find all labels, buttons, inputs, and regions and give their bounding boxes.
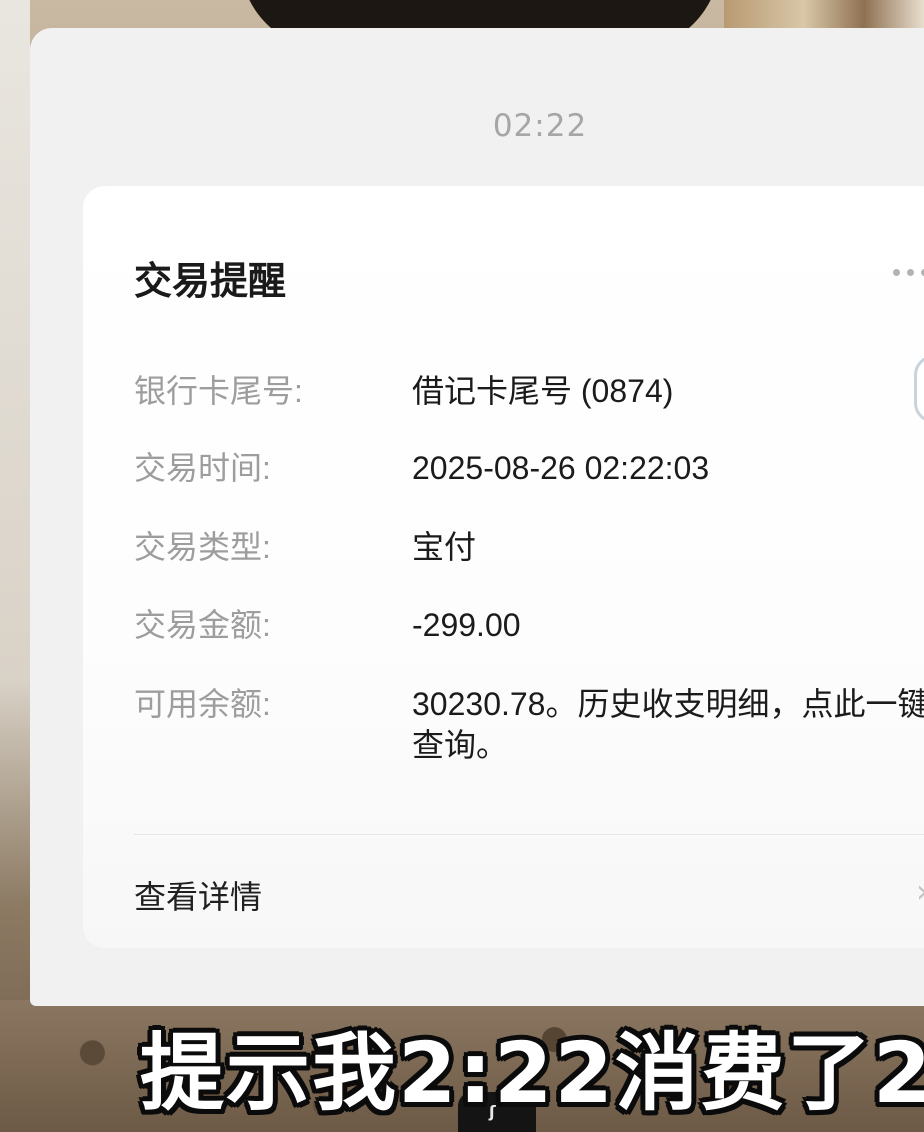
- video-caption: 提示我2:22消费了29: [140, 1024, 924, 1122]
- view-details-link[interactable]: 查看详情: [134, 872, 262, 918]
- row-label: 交易时间:: [134, 450, 271, 486]
- card-title: 交易提醒: [134, 259, 287, 303]
- row-label: 交易金额:: [134, 607, 271, 643]
- row-value[interactable]: 30230.78。历史收支明细，点此一键查询。: [412, 684, 924, 766]
- row-label: 可用余额:: [134, 686, 271, 722]
- message-timestamp: 02:22: [492, 108, 588, 144]
- row-value: 借记卡尾号 (0874): [412, 373, 674, 409]
- chevron-right-icon[interactable]: ›: [916, 872, 924, 910]
- background-left-edge: [0, 0, 30, 1132]
- dot: [907, 268, 914, 276]
- row-value: 宝付: [412, 529, 477, 565]
- background-shelf: [724, 0, 924, 30]
- row-label: 银行卡尾号:: [134, 373, 303, 409]
- row-value: -299.00: [412, 607, 521, 643]
- row-value: 2025-08-26 02:22:03: [412, 450, 710, 486]
- video-frame: ʃ 02:22 交易提醒 银行卡尾号: 借记卡尾号 (0874) 交易时间: 2…: [0, 0, 924, 1132]
- more-options-icon[interactable]: [893, 262, 924, 282]
- card-divider: [134, 834, 924, 835]
- row-label: 交易类型:: [134, 529, 271, 565]
- dot: [893, 268, 900, 276]
